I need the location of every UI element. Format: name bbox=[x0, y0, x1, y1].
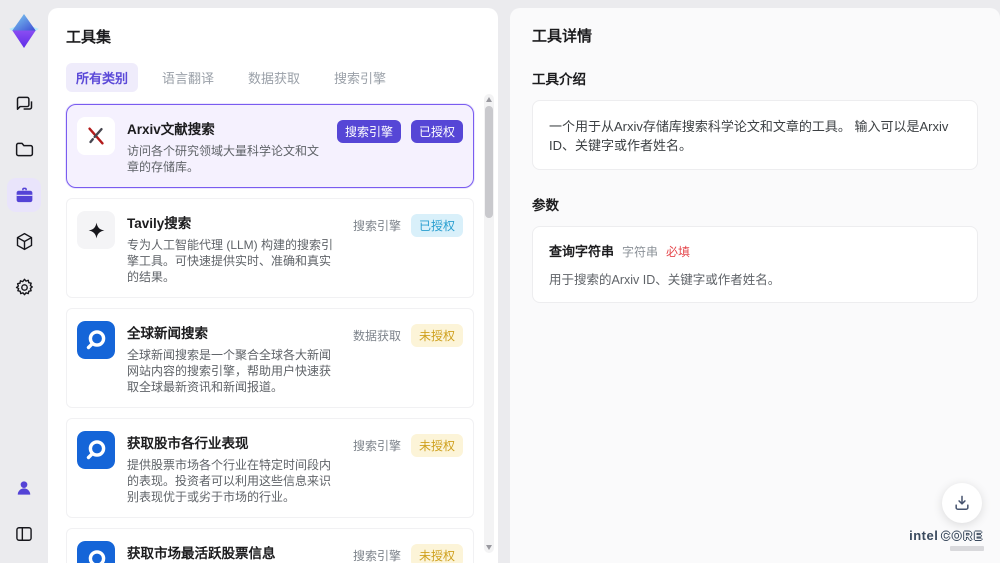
param-type: 字符串 bbox=[622, 245, 659, 259]
tool-desc: 专为人工智能代理 (LLM) 构建的搜索引擎工具。可快速提供实时、准确和真实的结… bbox=[127, 238, 334, 284]
tool-tags: 搜索引擎 已授权 bbox=[336, 117, 463, 175]
tool-tags: 搜索引擎 未授权 bbox=[353, 431, 463, 505]
left-rail bbox=[0, 8, 48, 563]
intro-heading: 工具介绍 bbox=[532, 72, 586, 87]
tool-tag: 数据获取 bbox=[352, 329, 401, 343]
tab-label: 数据获取 bbox=[248, 71, 301, 86]
tool-tags: 数据获取 未授权 bbox=[353, 321, 463, 395]
brand-sub-mark bbox=[950, 546, 984, 551]
params-heading: 参数 bbox=[532, 198, 559, 213]
param-card: 查询字符串 字符串 必填 用于搜索的Arxiv ID、关键字或作者姓名。 bbox=[532, 226, 978, 303]
tool-tag: 搜索引擎 bbox=[352, 549, 401, 563]
user-icon[interactable] bbox=[7, 471, 41, 505]
tab-all-categories[interactable]: 所有类别 bbox=[66, 63, 139, 92]
tool-intro-text: 一个用于从Arxiv存储库搜索科学论文和文章的工具。 输入可以是Arxiv ID… bbox=[532, 100, 978, 170]
scrollbar-thumb[interactable] bbox=[485, 106, 493, 218]
tool-card[interactable]: 全球新闻搜索 全球新闻搜索是一个聚合全球各大新闻网站内容的搜索引擎，帮助用户快速… bbox=[66, 308, 474, 408]
tool-tag: 已授权 bbox=[410, 120, 463, 143]
blue-search-app-icon bbox=[77, 431, 115, 469]
param-head: 查询字符串 字符串 必填 bbox=[549, 241, 961, 260]
blue-search-app-icon bbox=[77, 321, 115, 359]
tab-1[interactable]: 语言翻译 bbox=[152, 63, 224, 92]
tool-list-panel: 工具集 所有类别 语言翻译 数据获取 搜索引擎 Arxiv文献搜索 访问各个研究… bbox=[48, 8, 498, 563]
tool-card[interactable]: 获取股市各行业表现 提供股票市场各个行业在特定时间段内的表现。投资者可以利用这些… bbox=[66, 418, 474, 518]
panel-divider bbox=[498, 8, 510, 563]
tool-name: Tavily搜索 bbox=[127, 216, 192, 231]
list-scrollbar[interactable] bbox=[484, 94, 494, 553]
download-button[interactable] bbox=[942, 483, 982, 523]
tab-2[interactable]: 数据获取 bbox=[238, 63, 310, 92]
tool-card[interactable]: Tavily搜索 专为人工智能代理 (LLM) 构建的搜索引擎工具。可快速提供实… bbox=[66, 198, 474, 298]
tool-detail-panel: 工具详情 工具介绍 一个用于从Arxiv存储库搜索科学论文和文章的工具。 输入可… bbox=[510, 8, 1000, 563]
tool-desc: 提供股票市场各个行业在特定时间段内的表现。投资者可以利用这些信息来识别表现优于或… bbox=[127, 458, 332, 504]
brand-secondary: core bbox=[941, 529, 984, 543]
param-desc: 用于搜索的Arxiv ID、关键字或作者姓名。 bbox=[549, 273, 781, 287]
tool-name: 获取市场最活跃股票信息 bbox=[127, 546, 276, 561]
sparkle-icon bbox=[77, 211, 115, 249]
tool-name: Arxiv文献搜索 bbox=[127, 122, 215, 137]
tab-label: 搜索引擎 bbox=[334, 71, 387, 86]
download-icon bbox=[955, 495, 969, 510]
tool-tag: 未授权 bbox=[410, 544, 463, 563]
scroll-down-icon[interactable] bbox=[486, 545, 492, 550]
tool-tag: 未授权 bbox=[410, 434, 463, 457]
app-window: 工具集 所有类别 语言翻译 数据获取 搜索引擎 Arxiv文献搜索 访问各个研究… bbox=[0, 0, 1000, 563]
panel-toggle-icon[interactable] bbox=[7, 517, 41, 551]
tool-name: 全球新闻搜索 bbox=[127, 326, 208, 341]
toolbox-icon[interactable] bbox=[7, 178, 41, 212]
tool-tag: 搜索引擎 bbox=[336, 120, 401, 143]
intel-core-logo: intel core bbox=[909, 528, 984, 551]
tool-card[interactable]: 获取市场最活跃股票信息 提供当天交易量最高的股票列表。投资者可以利用这些信息来识… bbox=[66, 528, 474, 563]
rail-bottom bbox=[7, 465, 41, 563]
tool-list: Arxiv文献搜索 访问各个研究领域大量科学论文和文章的存储库。 搜索引擎 已授权… bbox=[66, 104, 474, 563]
tool-tags: 搜索引擎 未授权 bbox=[353, 541, 463, 563]
tool-desc: 全球新闻搜索是一个聚合全球各大新闻网站内容的搜索引擎，帮助用户快速获取全球最新资… bbox=[127, 348, 332, 394]
gear-icon[interactable] bbox=[7, 270, 41, 304]
app-logo-icon[interactable] bbox=[4, 10, 44, 52]
arxiv-logo-icon bbox=[77, 117, 115, 155]
brand-primary: intel bbox=[909, 528, 939, 543]
tool-tags: 搜索引擎 已授权 bbox=[353, 211, 463, 285]
category-tabs: 所有类别 语言翻译 数据获取 搜索引擎 bbox=[66, 63, 498, 92]
tab-label: 语言翻译 bbox=[162, 71, 215, 86]
tab-3[interactable]: 搜索引擎 bbox=[324, 63, 396, 92]
param-required-badge: 必填 bbox=[666, 245, 691, 259]
detail-title: 工具详情 bbox=[532, 28, 593, 45]
folder-icon[interactable] bbox=[7, 132, 41, 166]
scroll-up-icon[interactable] bbox=[486, 97, 492, 102]
page-title: 工具集 bbox=[66, 29, 112, 46]
tab-label: 所有类别 bbox=[76, 71, 129, 86]
tool-tag: 搜索引擎 bbox=[352, 219, 401, 233]
tool-tag: 未授权 bbox=[410, 324, 463, 347]
tool-card[interactable]: Arxiv文献搜索 访问各个研究领域大量科学论文和文章的存储库。 搜索引擎 已授权 bbox=[66, 104, 474, 188]
chat-icon[interactable] bbox=[7, 86, 41, 120]
tool-desc: 访问各个研究领域大量科学论文和文章的存储库。 bbox=[127, 144, 320, 174]
param-name: 查询字符串 bbox=[549, 244, 615, 259]
tool-name: 获取股市各行业表现 bbox=[127, 436, 249, 451]
blue-search-app-icon bbox=[77, 541, 115, 563]
tool-tag: 已授权 bbox=[410, 214, 463, 237]
cube-icon[interactable] bbox=[7, 224, 41, 258]
tool-tag: 搜索引擎 bbox=[352, 439, 401, 453]
